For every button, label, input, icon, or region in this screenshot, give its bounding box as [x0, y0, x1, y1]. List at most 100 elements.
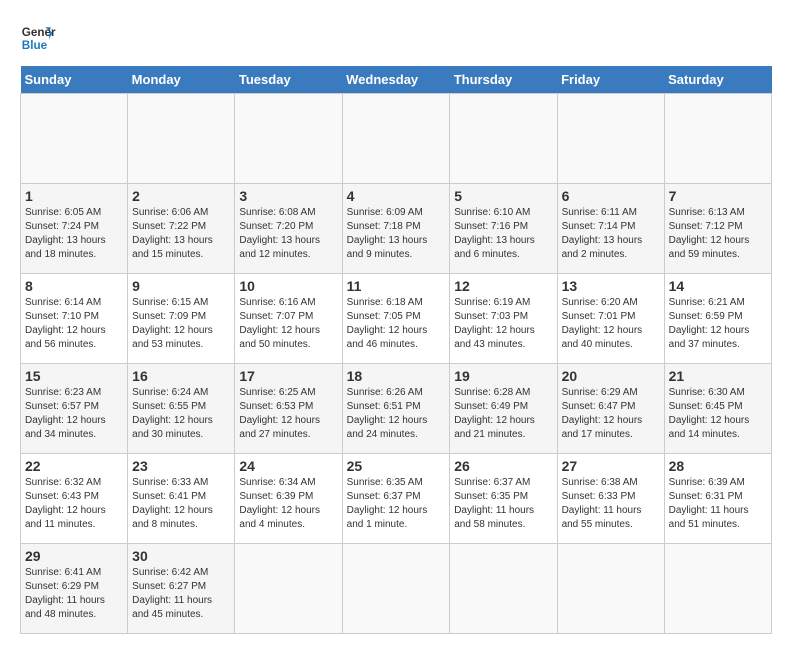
- day-header-tuesday: Tuesday: [235, 66, 342, 94]
- day-number: 28: [669, 458, 767, 474]
- day-cell: 23 Sunrise: 6:33 AMSunset: 6:41 PMDayligh…: [128, 454, 235, 544]
- day-cell: 16 Sunrise: 6:24 AMSunset: 6:55 PMDayligh…: [128, 364, 235, 454]
- day-cell: 7Sunrise: 6:13 AMSunset: 7:12 PMDaylight…: [664, 184, 771, 274]
- header-row: SundayMondayTuesdayWednesdayThursdayFrid…: [21, 66, 772, 94]
- day-info: Sunrise: 6:23 AMSunset: 6:57 PMDaylight:…: [25, 386, 123, 442]
- day-cell: 21Sunrise: 6:30 AMSunset: 6:45 PMDayligh…: [664, 364, 771, 454]
- day-cell: 20 Sunrise: 6:29 AMSunset: 6:47 PMDayligh…: [557, 364, 664, 454]
- day-cell: [557, 94, 664, 184]
- day-info: Sunrise: 6:39 AMSunset: 6:31 PMDaylight:…: [669, 476, 767, 532]
- day-info: Sunrise: 6:08 AMSunset: 7:20 PMDaylight:…: [239, 206, 337, 262]
- logo: General Blue: [20, 20, 56, 56]
- day-cell: 17 Sunrise: 6:25 AMSunset: 6:53 PMDayligh…: [235, 364, 342, 454]
- day-cell: 22Sunrise: 6:32 AMSunset: 6:43 PMDayligh…: [21, 454, 128, 544]
- day-number: 7: [669, 188, 767, 204]
- day-number: 14: [669, 278, 767, 294]
- day-number: 25: [347, 458, 446, 474]
- day-info: Sunrise: 6:37 AMSunset: 6:35 PMDaylight:…: [454, 476, 552, 532]
- day-cell: [450, 94, 557, 184]
- day-cell: [557, 544, 664, 634]
- day-number: 23: [132, 458, 230, 474]
- day-number: 2: [132, 188, 230, 204]
- day-cell: [235, 544, 342, 634]
- day-number: 8: [25, 278, 123, 294]
- day-cell: 15 Sunrise: 6:23 AMSunset: 6:57 PMDayligh…: [21, 364, 128, 454]
- day-info: Sunrise: 6:21 AMSunset: 6:59 PMDaylight:…: [669, 296, 767, 352]
- day-info: Sunrise: 6:33 AMSunset: 6:41 PMDaylight:…: [132, 476, 230, 532]
- day-info: Sunrise: 6:20 AMSunset: 7:01 PMDaylight:…: [562, 296, 660, 352]
- day-cell: 4Sunrise: 6:09 AMSunset: 7:18 PMDaylight…: [342, 184, 450, 274]
- day-cell: [664, 94, 771, 184]
- day-cell: 26 Sunrise: 6:37 AMSunset: 6:35 PMDayligh…: [450, 454, 557, 544]
- day-info: Sunrise: 6:32 AMSunset: 6:43 PMDaylight:…: [25, 476, 123, 532]
- day-cell: 30 Sunrise: 6:42 AMSunset: 6:27 PMDayligh…: [128, 544, 235, 634]
- calendar-table: SundayMondayTuesdayWednesdayThursdayFrid…: [20, 66, 772, 634]
- day-cell: 11 Sunrise: 6:18 AMSunset: 7:05 PMDayligh…: [342, 274, 450, 364]
- day-info: Sunrise: 6:14 AMSunset: 7:10 PMDaylight:…: [25, 296, 123, 352]
- day-number: 19: [454, 368, 552, 384]
- day-info: Sunrise: 6:35 AMSunset: 6:37 PMDaylight:…: [347, 476, 446, 532]
- day-info: Sunrise: 6:06 AMSunset: 7:22 PMDaylight:…: [132, 206, 230, 262]
- day-info: Sunrise: 6:15 AMSunset: 7:09 PMDaylight:…: [132, 296, 230, 352]
- day-number: 11: [347, 278, 446, 294]
- day-info: Sunrise: 6:24 AMSunset: 6:55 PMDaylight:…: [132, 386, 230, 442]
- day-cell: [664, 544, 771, 634]
- day-number: 6: [562, 188, 660, 204]
- day-number: 10: [239, 278, 337, 294]
- week-row-5: 22Sunrise: 6:32 AMSunset: 6:43 PMDayligh…: [21, 454, 772, 544]
- day-cell: 5 Sunrise: 6:10 AMSunset: 7:16 PMDaylight…: [450, 184, 557, 274]
- svg-text:Blue: Blue: [22, 39, 48, 52]
- day-number: 9: [132, 278, 230, 294]
- day-cell: 14 Sunrise: 6:21 AMSunset: 6:59 PMDayligh…: [664, 274, 771, 364]
- day-cell: 28 Sunrise: 6:39 AMSunset: 6:31 PMDayligh…: [664, 454, 771, 544]
- day-number: 12: [454, 278, 552, 294]
- day-number: 16: [132, 368, 230, 384]
- day-number: 13: [562, 278, 660, 294]
- day-number: 20: [562, 368, 660, 384]
- day-cell: 18 Sunrise: 6:26 AMSunset: 6:51 PMDayligh…: [342, 364, 450, 454]
- day-info: Sunrise: 6:41 AMSunset: 6:29 PMDaylight:…: [25, 566, 123, 622]
- day-cell: 6 Sunrise: 6:11 AMSunset: 7:14 PMDaylight…: [557, 184, 664, 274]
- day-info: Sunrise: 6:09 AMSunset: 7:18 PMDaylight:…: [347, 206, 446, 262]
- week-row-3: 8 Sunrise: 6:14 AMSunset: 7:10 PMDaylight…: [21, 274, 772, 364]
- day-header-thursday: Thursday: [450, 66, 557, 94]
- day-info: Sunrise: 6:42 AMSunset: 6:27 PMDaylight:…: [132, 566, 230, 622]
- week-row-6: 29 Sunrise: 6:41 AMSunset: 6:29 PMDayligh…: [21, 544, 772, 634]
- day-cell: 10Sunrise: 6:16 AMSunset: 7:07 PMDayligh…: [235, 274, 342, 364]
- day-header-wednesday: Wednesday: [342, 66, 450, 94]
- day-header-sunday: Sunday: [21, 66, 128, 94]
- day-cell: [342, 544, 450, 634]
- day-info: Sunrise: 6:05 AMSunset: 7:24 PMDaylight:…: [25, 206, 123, 262]
- day-cell: 8 Sunrise: 6:14 AMSunset: 7:10 PMDaylight…: [21, 274, 128, 364]
- day-number: 29: [25, 548, 123, 564]
- day-cell: 2 Sunrise: 6:06 AMSunset: 7:22 PMDaylight…: [128, 184, 235, 274]
- header: General Blue: [20, 20, 772, 56]
- day-cell: [235, 94, 342, 184]
- day-cell: 25 Sunrise: 6:35 AMSunset: 6:37 PMDayligh…: [342, 454, 450, 544]
- day-info: Sunrise: 6:26 AMSunset: 6:51 PMDaylight:…: [347, 386, 446, 442]
- week-row-2: 1Sunrise: 6:05 AMSunset: 7:24 PMDaylight…: [21, 184, 772, 274]
- day-number: 30: [132, 548, 230, 564]
- day-cell: [21, 94, 128, 184]
- day-cell: [128, 94, 235, 184]
- day-number: 15: [25, 368, 123, 384]
- day-cell: 12Sunrise: 6:19 AMSunset: 7:03 PMDayligh…: [450, 274, 557, 364]
- logo-icon: General Blue: [20, 20, 56, 56]
- day-number: 18: [347, 368, 446, 384]
- day-info: Sunrise: 6:10 AMSunset: 7:16 PMDaylight:…: [454, 206, 552, 262]
- day-info: Sunrise: 6:29 AMSunset: 6:47 PMDaylight:…: [562, 386, 660, 442]
- day-info: Sunrise: 6:28 AMSunset: 6:49 PMDaylight:…: [454, 386, 552, 442]
- day-cell: 9 Sunrise: 6:15 AMSunset: 7:09 PMDaylight…: [128, 274, 235, 364]
- day-number: 27: [562, 458, 660, 474]
- day-cell: 19 Sunrise: 6:28 AMSunset: 6:49 PMDayligh…: [450, 364, 557, 454]
- day-cell: [450, 544, 557, 634]
- day-info: Sunrise: 6:18 AMSunset: 7:05 PMDaylight:…: [347, 296, 446, 352]
- day-number: 5: [454, 188, 552, 204]
- day-number: 17: [239, 368, 337, 384]
- day-number: 26: [454, 458, 552, 474]
- day-header-monday: Monday: [128, 66, 235, 94]
- day-info: Sunrise: 6:25 AMSunset: 6:53 PMDaylight:…: [239, 386, 337, 442]
- day-info: Sunrise: 6:11 AMSunset: 7:14 PMDaylight:…: [562, 206, 660, 262]
- day-number: 3: [239, 188, 337, 204]
- day-header-saturday: Saturday: [664, 66, 771, 94]
